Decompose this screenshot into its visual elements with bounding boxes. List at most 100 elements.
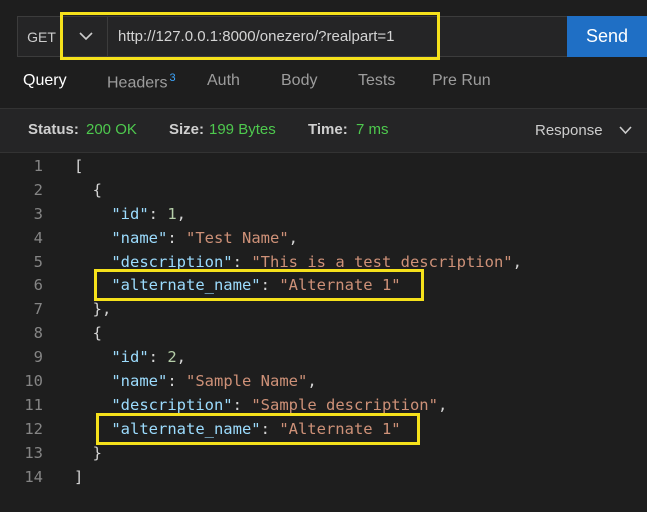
code-text: "description": "This is a test descripti… xyxy=(74,251,522,275)
response-body: 1[2 {3 "id": 1, 4 "name": "Test Name", 5 "… xyxy=(0,155,647,489)
code-text: "alternate_name": "Alternate 1" xyxy=(74,418,401,442)
json-string: "Alternate 1" xyxy=(279,419,401,438)
code-text: "alternate_name": "Alternate 1" xyxy=(74,274,401,298)
chevron-down-icon[interactable] xyxy=(619,122,632,139)
json-punctuation: , xyxy=(307,372,317,391)
tab-label: Tests xyxy=(358,72,396,89)
line-number: 7 xyxy=(33,300,43,319)
line-number: 11 xyxy=(24,395,43,414)
json-key: "description" xyxy=(111,252,233,271)
code-line: 8 { xyxy=(0,322,647,346)
json-separator: : xyxy=(148,204,168,223)
json-separator: : xyxy=(167,228,186,247)
code-line: 12 "alternate_name": "Alternate 1" xyxy=(0,418,647,442)
tab-label: Pre Run xyxy=(432,72,491,89)
tab-headers[interactable]: Headers 3 xyxy=(107,72,176,92)
code-text: "description": "Sample description", xyxy=(74,394,447,418)
code-text: "name": "Test Name", xyxy=(74,227,298,251)
tab-label: Body xyxy=(281,72,318,89)
json-punctuation: [ xyxy=(74,157,84,175)
json-key: "id" xyxy=(111,204,149,223)
code-text: "id": 2, xyxy=(74,346,186,370)
tab-body[interactable]: Body xyxy=(281,72,317,90)
json-separator: : xyxy=(232,395,252,414)
json-separator: : xyxy=(167,372,186,391)
json-key: "alternate_name" xyxy=(111,276,261,295)
code-line: 9 "id": 2, xyxy=(0,346,647,370)
line-number: 12 xyxy=(24,419,43,438)
tab-label: Headers xyxy=(107,74,168,92)
method-dropdown-toggle[interactable] xyxy=(65,16,107,57)
send-button[interactable]: Send xyxy=(567,16,647,57)
json-punctuation: } xyxy=(74,443,102,462)
response-view-select[interactable]: Response xyxy=(535,122,603,139)
line-number: 8 xyxy=(33,324,43,343)
code-line: 1[ xyxy=(0,155,647,179)
tab-pre-run[interactable]: Pre Run xyxy=(432,72,491,90)
line-number: 5 xyxy=(33,252,43,271)
code-line: 10 "name": "Sample Name", xyxy=(0,370,647,394)
code-line: 7 }, xyxy=(0,298,647,322)
time-value: 7 ms xyxy=(356,121,389,138)
code-line: 2 { xyxy=(0,179,647,203)
response-status-bar: Status: 200 OK Size: 199 Bytes Time: 7 m… xyxy=(0,108,647,153)
json-punctuation: { xyxy=(74,324,102,343)
json-separator: : xyxy=(148,348,168,367)
json-key: "id" xyxy=(111,348,149,367)
line-number: 10 xyxy=(24,372,43,391)
json-separator: : xyxy=(232,252,252,271)
code-text: { xyxy=(74,179,102,203)
chevron-down-icon xyxy=(79,32,93,41)
size-value: 199 Bytes xyxy=(209,121,276,138)
json-punctuation: , xyxy=(176,348,187,367)
code-line: 11 "description": "Sample description", xyxy=(0,394,647,418)
code-line: 13 } xyxy=(0,442,647,466)
status-value: 200 OK xyxy=(86,121,137,138)
code-text: { xyxy=(74,322,102,346)
time-label: Time: xyxy=(308,121,348,138)
code-line: 6 "alternate_name": "Alternate 1" xyxy=(0,274,647,298)
json-number: 2 xyxy=(167,348,177,367)
json-key: "alternate_name" xyxy=(111,419,261,438)
tab-badge: 3 xyxy=(169,72,176,84)
status-label: Status: xyxy=(28,121,79,138)
json-key: "description" xyxy=(111,395,233,414)
code-line: 5 "description": "This is a test descrip… xyxy=(0,251,647,275)
json-string: "Alternate 1" xyxy=(279,276,401,295)
code-text: "id": 1, xyxy=(74,203,186,227)
json-key: "name" xyxy=(111,372,168,391)
json-separator: : xyxy=(260,276,280,295)
json-string: "Test Name" xyxy=(186,228,289,247)
request-bar: GET http://127.0.0.1:8000/onezero/?realp… xyxy=(17,16,647,57)
tab-label: Auth xyxy=(207,72,240,89)
tab-label: Query xyxy=(23,72,67,89)
tab-auth[interactable]: Auth xyxy=(207,72,240,90)
line-number: 13 xyxy=(24,443,43,462)
json-number: 1 xyxy=(167,204,177,223)
tab-query[interactable]: Query xyxy=(23,72,67,90)
line-number: 4 xyxy=(33,228,43,247)
json-punctuation: , xyxy=(288,228,298,247)
line-number: 2 xyxy=(33,180,43,199)
json-string: "Sample Name" xyxy=(186,372,308,391)
url-input[interactable]: http://127.0.0.1:8000/onezero/?realpart=… xyxy=(107,16,567,57)
request-tabs: Query Headers 3 Auth Body Tests Pre Run xyxy=(0,72,647,100)
line-number: 14 xyxy=(24,467,43,486)
method-select[interactable]: GET xyxy=(17,16,65,57)
line-number: 3 xyxy=(33,204,43,223)
json-punctuation: , xyxy=(176,204,187,223)
code-text: "name": "Sample Name", xyxy=(74,370,317,394)
code-text: } xyxy=(74,442,102,466)
json-punctuation: , xyxy=(437,395,448,414)
code-line: 3 "id": 1, xyxy=(0,203,647,227)
json-punctuation: }, xyxy=(74,300,112,319)
size-label: Size: xyxy=(169,121,205,138)
code-text: ] xyxy=(74,466,83,490)
line-number: 6 xyxy=(33,276,43,295)
tab-tests[interactable]: Tests xyxy=(358,72,395,90)
json-punctuation: ] xyxy=(74,467,84,486)
code-line: 4 "name": "Test Name", xyxy=(0,227,647,251)
json-string: "This is a test description" xyxy=(251,252,513,271)
code-text: [ xyxy=(74,155,83,179)
json-key: "name" xyxy=(111,228,168,247)
